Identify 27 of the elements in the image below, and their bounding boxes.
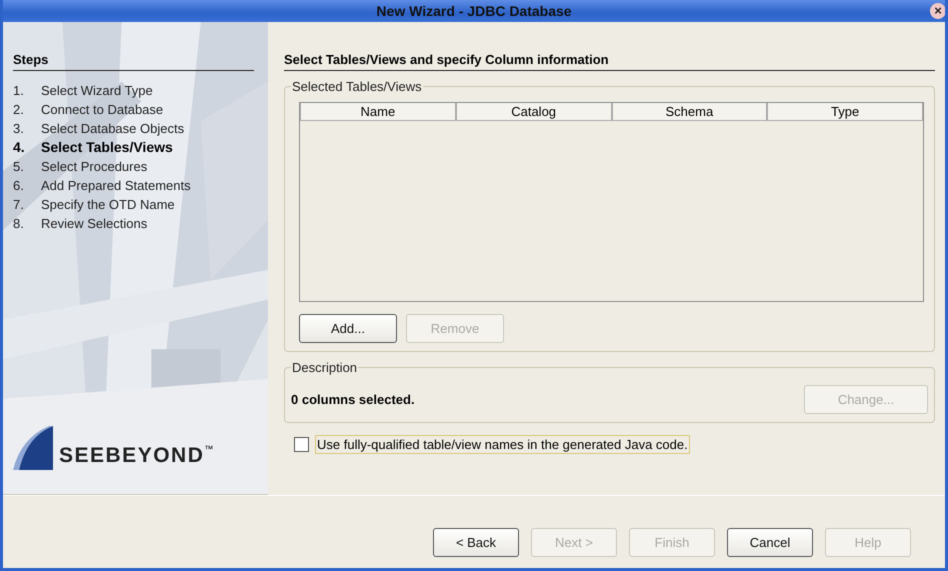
description-text: 0 columns selected. <box>291 392 415 407</box>
wizard-button[interactable]: Cancel <box>727 528 813 556</box>
step-item: 4. Select Tables/Views <box>13 138 174 157</box>
step-item: 7. Specify the OTD Name <box>13 196 176 214</box>
column-header[interactable]: Catalog <box>456 103 612 121</box>
step-item: 5. Select Procedures <box>13 158 148 176</box>
logo-text: SEEBEYOND <box>59 444 204 468</box>
checkbox-label[interactable]: Use fully-qualified table/view names in the generated Java code. <box>315 435 690 454</box>
steps-heading: Steps <box>13 52 254 71</box>
group-title: Description <box>291 360 358 375</box>
step-item: 3. Select Database Objects <box>13 120 186 138</box>
wizard-button[interactable]: < Back <box>433 528 519 556</box>
group-title: Selected Tables/Views <box>291 79 423 94</box>
column-header[interactable]: Type <box>767 103 923 121</box>
step-item: 1. Select Wizard Type <box>13 82 154 100</box>
checkbox[interactable] <box>294 437 309 452</box>
table-action-button[interactable]: Add... <box>299 314 397 343</box>
logo-swoosh-icon <box>13 426 53 470</box>
window-title: New Wizard - JDBC Database <box>376 3 572 19</box>
step-item: 6. Add Prepared Statements <box>13 177 192 195</box>
trademark-mark: ™ <box>204 444 214 454</box>
step-item: 2. Connect to Database <box>13 101 164 119</box>
column-header[interactable]: Name <box>300 103 456 121</box>
step-item: 8. Review Selections <box>13 215 148 233</box>
close-button[interactable]: × <box>930 3 945 19</box>
page-heading: Select Tables/Views and specify Column information <box>284 52 935 71</box>
column-header[interactable]: Schema <box>612 103 768 121</box>
